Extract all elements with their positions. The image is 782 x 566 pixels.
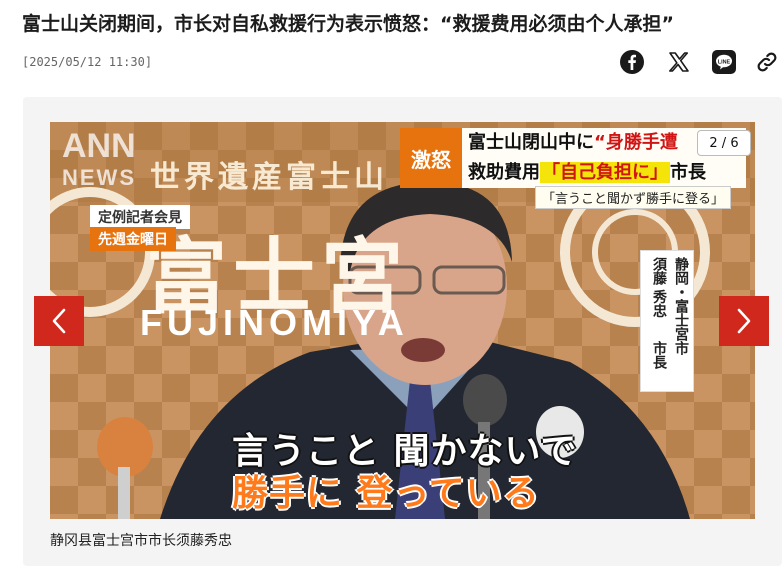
facebook-share-button[interactable] — [617, 47, 647, 77]
gallery-next-button[interactable] — [719, 296, 769, 346]
video-tag-press-conference: 定例記者会見 — [90, 205, 190, 229]
video-headline-line2: 救助費用 「自己負担に」 市長 — [462, 158, 746, 188]
video-headline-banner: 激怒 富士山閉山中に“身勝手遭 救助費用 「自己負担に」 市長 — [400, 128, 746, 188]
x-share-button[interactable] — [664, 47, 694, 77]
gallery-image: 世界遺産富士山 富士宮 FUJINOMIYA ANN NEWS 定例記者会見 先… — [50, 122, 755, 519]
video-tag-date: 先週金曜日 — [90, 227, 176, 251]
video-background-title: 世界遺産富士山 — [150, 160, 388, 195]
article-headline: 富士山关闭期间，市长对自私救援行为表示愤怒：“救援费用必须由个人承担” — [22, 13, 674, 35]
gallery-prev-button[interactable] — [34, 296, 84, 346]
chevron-right-icon — [737, 308, 751, 334]
video-subtitle-line2: 勝手に 登っている — [232, 473, 540, 514]
copy-link-button[interactable] — [752, 47, 782, 77]
x-icon — [669, 52, 689, 72]
line-icon: LINE — [712, 50, 736, 74]
video-headline-badge: 激怒 — [400, 128, 462, 188]
article-timestamp: [2025/05/12 11:30] — [22, 55, 153, 69]
facebook-icon — [620, 50, 644, 74]
link-icon — [757, 52, 777, 72]
video-background-romaji: FUJINOMIYA — [140, 302, 409, 343]
video-quote: 「言うこと聞かず勝手に登る」 — [535, 186, 732, 209]
svg-text:LINE: LINE — [718, 59, 731, 65]
video-name-plate: 静岡・富士宮市 須藤 秀忠 市長 — [640, 250, 694, 392]
chevron-left-icon — [52, 308, 66, 334]
gallery-caption: 静冈县富士宫市市长须藤秀忠 — [50, 533, 232, 549]
ann-news-logo: ANN NEWS — [62, 127, 136, 190]
line-share-button[interactable]: LINE — [709, 47, 739, 77]
gallery-counter: 2 / 6 — [697, 130, 751, 156]
